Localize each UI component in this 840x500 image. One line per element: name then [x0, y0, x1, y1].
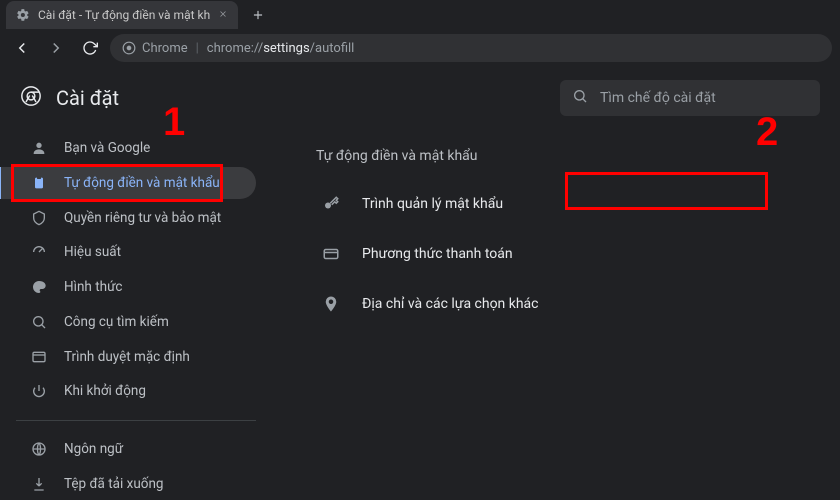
sidebar-item-performance[interactable]: Hiệu suất — [16, 236, 256, 269]
search-icon — [30, 313, 48, 331]
settings-main: Tự động điền và mật khẩu Trình quản lý m… — [256, 126, 840, 500]
settings-header: Cài đặt Tìm chế độ cài đặt — [0, 66, 840, 126]
sidebar-item-downloads[interactable]: Tệp đã tải xuống — [16, 467, 256, 500]
sidebar-item-on-startup[interactable]: Khi khởi động — [16, 375, 256, 408]
row-payment-methods[interactable]: Phương thức thanh toán — [304, 228, 816, 278]
speedometer-icon — [30, 243, 48, 261]
power-icon — [30, 382, 48, 400]
sidebar-item-appearance[interactable]: Hình thức — [16, 271, 256, 304]
sidebar-item-label: Hình thức — [64, 279, 122, 295]
omnibox-separator: | — [196, 41, 199, 56]
row-label: Phương thức thanh toán — [362, 246, 513, 262]
gear-icon — [16, 8, 30, 22]
settings-search[interactable]: Tìm chế độ cài đặt — [560, 80, 820, 116]
credit-card-icon — [322, 245, 340, 263]
sidebar-item-default-browser[interactable]: Trình duyệt mặc định — [16, 340, 256, 373]
sidebar-item-languages[interactable]: Ngôn ngữ — [16, 433, 256, 466]
chrome-logo-icon — [20, 85, 42, 111]
search-icon — [572, 88, 588, 108]
key-icon — [322, 195, 340, 213]
sidebar-item-label: Tệp đã tải xuống — [64, 476, 164, 492]
row-addresses[interactable]: Địa chỉ và các lựa chọn khác — [304, 278, 816, 328]
clipboard-icon — [30, 174, 48, 192]
tab-strip: Cài đặt - Tự động điền và mật kh — [0, 0, 840, 30]
site-info-icon[interactable]: Chrome — [122, 41, 188, 56]
sidebar-item-you-and-google[interactable]: Bạn và Google — [16, 132, 256, 165]
globe-icon — [30, 440, 48, 458]
section-title: Tự động điền và mật khẩu — [304, 142, 816, 170]
settings-page: Cài đặt Tìm chế độ cài đặt Bạn và Google… — [0, 66, 840, 500]
settings-content: Bạn và Google Tự động điền và mật khẩu Q… — [0, 126, 840, 500]
sidebar-item-label: Hiệu suất — [64, 244, 121, 260]
forward-button[interactable] — [42, 34, 70, 62]
omnibox-url: chrome://settings/autofill — [207, 41, 355, 56]
download-icon — [30, 475, 48, 493]
settings-sidebar: Bạn và Google Tự động điền và mật khẩu Q… — [16, 126, 256, 500]
sidebar-item-privacy[interactable]: Quyền riêng tư và bảo mật — [16, 201, 256, 234]
tab-title: Cài đặt - Tự động điền và mật kh — [38, 8, 210, 22]
sidebar-item-label: Ngôn ngữ — [64, 441, 123, 457]
location-icon — [322, 295, 340, 313]
row-label: Trình quản lý mật khẩu — [362, 196, 503, 212]
row-label: Địa chỉ và các lựa chọn khác — [362, 296, 539, 312]
omnibox-browser-label: Chrome — [142, 41, 188, 56]
palette-icon — [30, 278, 48, 296]
person-icon — [30, 139, 48, 157]
sidebar-item-search-engine[interactable]: Công cụ tìm kiếm — [16, 306, 256, 339]
sidebar-item-label: Bạn và Google — [64, 140, 150, 156]
sidebar-item-label: Quyền riêng tư và bảo mật — [64, 210, 221, 226]
browser-tab[interactable]: Cài đặt - Tự động điền và mật kh — [6, 1, 238, 29]
settings-search-placeholder: Tìm chế độ cài đặt — [600, 90, 716, 106]
sidebar-item-autofill[interactable]: Tự động điền và mật khẩu — [16, 167, 256, 200]
row-password-manager[interactable]: Trình quản lý mật khẩu — [304, 178, 816, 228]
close-icon[interactable] — [218, 8, 228, 22]
sidebar-item-label: Công cụ tìm kiếm — [64, 314, 169, 330]
sidebar-item-label: Khi khởi động — [64, 383, 146, 399]
back-button[interactable] — [8, 34, 36, 62]
shield-icon — [30, 209, 48, 227]
sidebar-divider — [16, 420, 256, 421]
browser-toolbar: Chrome | chrome://settings/autofill — [0, 30, 840, 66]
window-icon — [30, 348, 48, 366]
sidebar-item-label: Trình duyệt mặc định — [64, 349, 190, 365]
page-title: Cài đặt — [56, 86, 119, 110]
reload-button[interactable] — [76, 34, 104, 62]
sidebar-item-label: Tự động điền và mật khẩu — [64, 175, 220, 191]
omnibox[interactable]: Chrome | chrome://settings/autofill — [110, 34, 832, 62]
new-tab-button[interactable] — [246, 3, 270, 27]
